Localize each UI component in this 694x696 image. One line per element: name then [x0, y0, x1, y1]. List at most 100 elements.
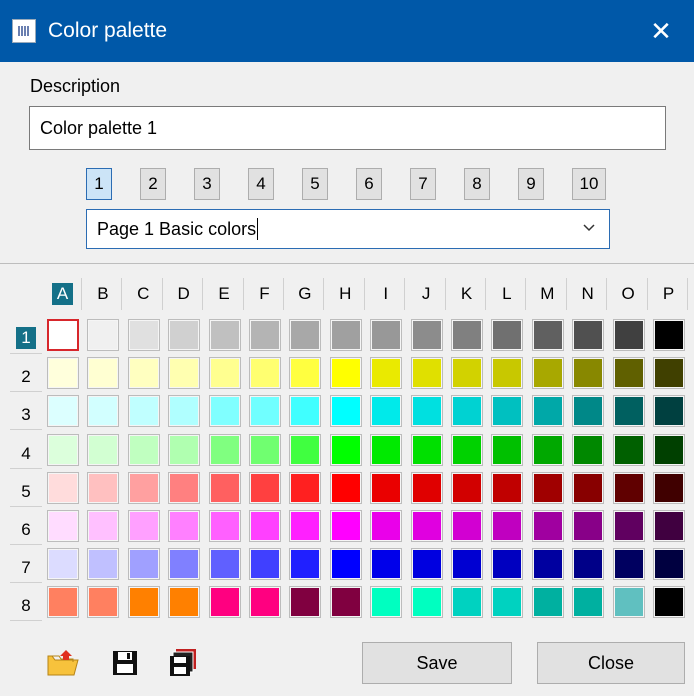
color-swatch-o1[interactable] — [612, 319, 645, 351]
color-swatch-o4[interactable] — [612, 433, 645, 466]
color-swatch-g1[interactable] — [289, 319, 322, 351]
color-swatch-n5[interactable] — [572, 471, 605, 504]
color-swatch-c2[interactable] — [127, 357, 160, 390]
color-swatch-c3[interactable] — [127, 395, 160, 428]
color-swatch-l7[interactable] — [491, 548, 524, 581]
color-swatch-f3[interactable] — [249, 395, 281, 428]
color-swatch-b7[interactable] — [87, 548, 120, 581]
page-select-dropdown[interactable]: Page 1 Basic colors — [86, 209, 610, 249]
color-swatch-b6[interactable] — [87, 510, 120, 542]
color-swatch-i8[interactable] — [370, 586, 403, 619]
color-swatch-d1[interactable] — [168, 319, 201, 351]
color-swatch-o7[interactable] — [612, 548, 645, 581]
color-swatch-m2[interactable] — [531, 357, 564, 390]
color-swatch-l8[interactable] — [491, 586, 524, 619]
color-swatch-j6[interactable] — [410, 510, 443, 542]
color-swatch-d3[interactable] — [168, 395, 201, 428]
color-swatch-j8[interactable] — [410, 586, 443, 619]
page-button-1[interactable]: 1 — [86, 168, 112, 200]
column-header-e[interactable]: E — [206, 278, 244, 310]
column-header-m[interactable]: M — [529, 278, 567, 310]
row-header-6[interactable]: 6 — [10, 507, 42, 545]
color-swatch-m5[interactable] — [531, 471, 564, 504]
color-swatch-p4[interactable] — [653, 433, 685, 466]
chevron-down-icon[interactable] — [581, 219, 597, 238]
color-swatch-a7[interactable] — [47, 548, 79, 581]
color-swatch-b5[interactable] — [87, 471, 120, 504]
color-swatch-b1[interactable] — [87, 319, 120, 351]
column-header-a[interactable]: A — [44, 278, 82, 310]
color-swatch-e4[interactable] — [208, 433, 241, 466]
color-swatch-a1[interactable] — [47, 319, 79, 351]
color-swatch-p1[interactable] — [653, 319, 685, 351]
page-button-10[interactable]: 10 — [572, 168, 606, 200]
title-bar[interactable]: Color palette ✕ — [0, 0, 694, 62]
color-swatch-h7[interactable] — [329, 548, 362, 581]
save-button-icon[interactable] — [106, 644, 144, 682]
color-swatch-i1[interactable] — [370, 319, 403, 351]
column-header-n[interactable]: N — [569, 278, 608, 310]
row-header-2[interactable]: 2 — [10, 354, 42, 393]
color-swatch-d7[interactable] — [168, 548, 201, 581]
color-swatch-d6[interactable] — [168, 510, 201, 542]
color-swatch-k4[interactable] — [451, 433, 483, 466]
color-swatch-o2[interactable] — [612, 357, 645, 390]
color-swatch-e6[interactable] — [208, 510, 241, 542]
color-swatch-l5[interactable] — [491, 471, 524, 504]
color-swatch-p8[interactable] — [653, 586, 685, 619]
color-swatch-k1[interactable] — [451, 319, 483, 351]
color-swatch-o3[interactable] — [612, 395, 645, 428]
color-swatch-j2[interactable] — [410, 357, 443, 390]
color-swatch-i6[interactable] — [370, 510, 403, 542]
color-swatch-g4[interactable] — [289, 433, 322, 466]
color-swatch-c6[interactable] — [127, 510, 160, 542]
color-swatch-h2[interactable] — [329, 357, 362, 390]
color-swatch-e8[interactable] — [208, 586, 241, 619]
color-swatch-m7[interactable] — [531, 548, 564, 581]
color-swatch-k2[interactable] — [451, 357, 483, 390]
color-swatch-l6[interactable] — [491, 510, 524, 542]
color-swatch-a4[interactable] — [47, 433, 79, 466]
color-swatch-e2[interactable] — [208, 357, 241, 390]
color-swatch-j7[interactable] — [410, 548, 443, 581]
color-swatch-c8[interactable] — [127, 586, 160, 619]
color-swatch-m1[interactable] — [531, 319, 564, 351]
row-header-8[interactable]: 8 — [10, 583, 42, 622]
color-swatch-o8[interactable] — [612, 586, 645, 619]
color-swatch-d2[interactable] — [168, 357, 201, 390]
color-swatch-g8[interactable] — [289, 586, 322, 619]
color-swatch-i7[interactable] — [370, 548, 403, 581]
color-swatch-l3[interactable] — [491, 395, 524, 428]
color-swatch-a6[interactable] — [47, 510, 79, 542]
color-swatch-e1[interactable] — [208, 319, 241, 351]
description-input[interactable]: Color palette 1 — [29, 106, 666, 150]
color-swatch-p6[interactable] — [653, 510, 685, 542]
row-header-4[interactable]: 4 — [10, 431, 42, 469]
row-header-3[interactable]: 3 — [10, 392, 42, 431]
color-swatch-m8[interactable] — [531, 586, 564, 619]
column-header-i[interactable]: I — [367, 278, 406, 310]
color-swatch-a5[interactable] — [47, 471, 79, 504]
color-swatch-o5[interactable] — [612, 471, 645, 504]
color-swatch-f6[interactable] — [249, 510, 281, 542]
color-swatch-c4[interactable] — [127, 433, 160, 466]
color-swatch-l2[interactable] — [491, 357, 524, 390]
color-swatch-p3[interactable] — [653, 395, 685, 428]
close-window-button[interactable]: ✕ — [640, 10, 682, 52]
open-folder-button[interactable] — [44, 644, 82, 682]
color-swatch-k3[interactable] — [451, 395, 483, 428]
color-swatch-d4[interactable] — [168, 433, 201, 466]
color-swatch-a2[interactable] — [47, 357, 79, 390]
color-swatch-c5[interactable] — [127, 471, 160, 504]
color-swatch-n8[interactable] — [572, 586, 605, 619]
page-button-7[interactable]: 7 — [410, 168, 436, 200]
color-swatch-b2[interactable] — [87, 357, 120, 390]
color-swatch-k8[interactable] — [451, 586, 483, 619]
column-header-d[interactable]: D — [165, 278, 204, 310]
page-button-4[interactable]: 4 — [248, 168, 274, 200]
color-swatch-e3[interactable] — [208, 395, 241, 428]
color-swatch-l1[interactable] — [491, 319, 524, 351]
color-swatch-e7[interactable] — [208, 548, 241, 581]
color-swatch-h1[interactable] — [329, 319, 362, 351]
color-swatch-i4[interactable] — [370, 433, 403, 466]
